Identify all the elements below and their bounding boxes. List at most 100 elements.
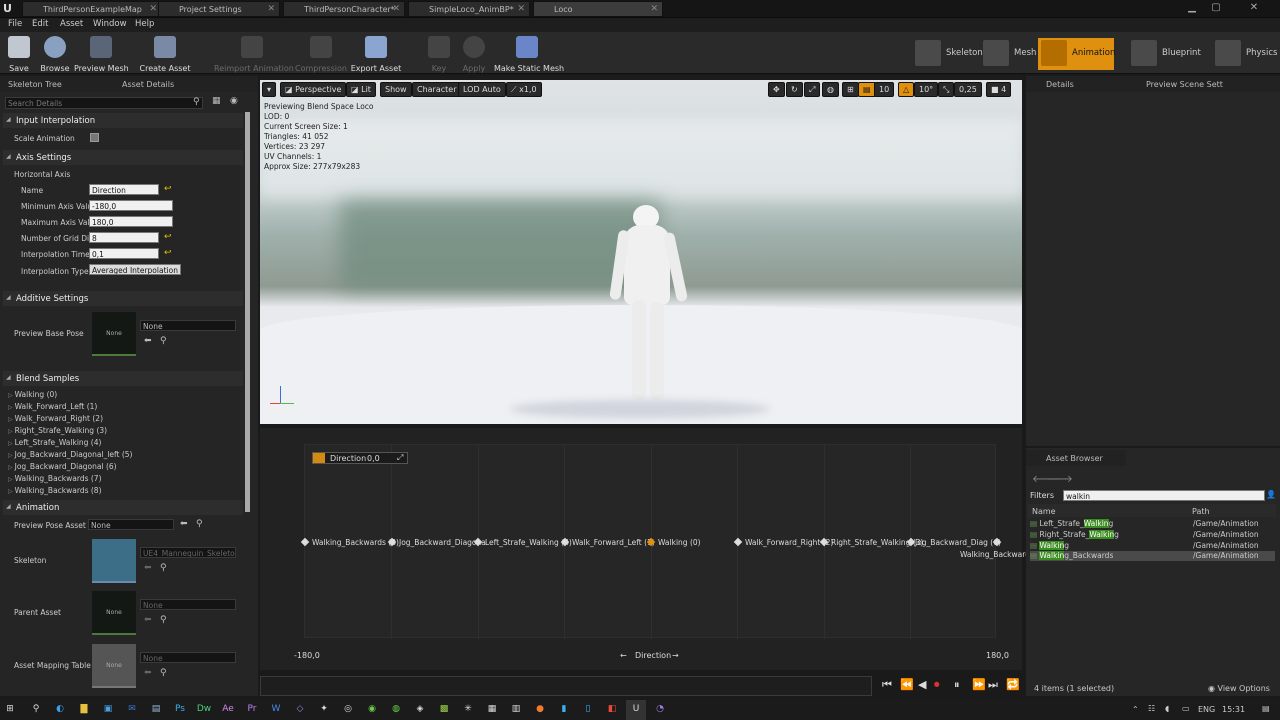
- blend-sample-item[interactable]: Jog_Backward_Diagonal (6): [8, 462, 117, 471]
- mode-blueprint[interactable]: Blueprint: [1128, 38, 1204, 70]
- maximize-icon[interactable]: ▢: [1204, 0, 1228, 18]
- browse-button[interactable]: Browse: [38, 35, 72, 73]
- language-indicator[interactable]: ENG: [1198, 705, 1215, 714]
- skeleton-dropdown[interactable]: UE4_Mannequin_Skeleton: [140, 547, 236, 558]
- use-selected-icon[interactable]: ⬅: [144, 615, 152, 625]
- compression-button[interactable]: Compression: [294, 35, 348, 73]
- column-name-header[interactable]: Name: [1032, 507, 1056, 516]
- blend-sample-item[interactable]: Left_Strafe_Walking (4): [8, 438, 102, 447]
- scale-tool-icon[interactable]: ⤢: [804, 82, 821, 97]
- show-button[interactable]: Show: [380, 82, 412, 97]
- blend-sample-item[interactable]: Walking_Backwards (8): [8, 486, 102, 495]
- to-start-icon[interactable]: ⏮: [882, 678, 892, 692]
- browse-icon[interactable]: ⚲: [160, 336, 167, 346]
- scale-animation-checkbox[interactable]: [90, 133, 99, 142]
- min-axis-input[interactable]: -180,0: [89, 200, 173, 211]
- tab-details[interactable]: Details: [1046, 80, 1074, 89]
- word-icon[interactable]: W: [266, 700, 286, 720]
- asset-row[interactable]: ▤ Left_Strafe_Walking/Game/Animation: [1030, 519, 1275, 529]
- axis-name-input[interactable]: Direction: [89, 184, 159, 195]
- use-selected-icon[interactable]: ⬅: [144, 336, 152, 346]
- volume-icon[interactable]: ◖: [1165, 704, 1169, 713]
- battery-icon[interactable]: ▭: [1182, 704, 1190, 713]
- perspective-button[interactable]: ◪ Perspective: [280, 82, 347, 97]
- playback-speed-button[interactable]: ⟋ x1,0: [506, 82, 542, 97]
- to-end-icon[interactable]: ⏭: [988, 678, 998, 692]
- app-icon[interactable]: Dw: [194, 700, 214, 720]
- column-path-header[interactable]: Path: [1192, 507, 1210, 516]
- app-icon[interactable]: ◍: [386, 700, 406, 720]
- mode-animation[interactable]: Animation: [1038, 38, 1115, 70]
- asset-search-input[interactable]: walkin: [1063, 490, 1265, 501]
- edge-icon[interactable]: ◐: [50, 700, 70, 720]
- rotation-snap-icon[interactable]: △: [898, 82, 915, 97]
- reset-icon[interactable]: ↩: [164, 184, 172, 194]
- forward-arrow-icon[interactable]: 🡒: [1046, 473, 1073, 485]
- app-icon[interactable]: ▥: [506, 700, 526, 720]
- tab-third-person-example-map[interactable]: ThirdPersonExampleMap ✕: [22, 1, 162, 17]
- eye-icon[interactable]: ◉: [230, 96, 238, 106]
- rotation-snap-value[interactable]: 10°: [914, 82, 939, 97]
- network-icon[interactable]: ☷: [1148, 704, 1155, 713]
- max-axis-input[interactable]: 180,0: [89, 216, 173, 227]
- photoshop-icon[interactable]: Ps: [170, 700, 190, 720]
- notifications-icon[interactable]: ▤: [1262, 704, 1270, 713]
- browse-icon[interactable]: ⚲: [160, 563, 167, 573]
- app-icon[interactable]: ◈: [410, 700, 430, 720]
- app-icon[interactable]: ▦: [482, 700, 502, 720]
- menu-window[interactable]: Window: [93, 19, 127, 29]
- tab-simple-loco-animbp[interactable]: SimpleLoco_AnimBP* ✕: [408, 1, 530, 17]
- browse-icon[interactable]: ⚲: [196, 519, 203, 529]
- preview-base-pose-dropdown[interactable]: None: [140, 320, 236, 331]
- close-icon[interactable]: ✕: [392, 4, 400, 14]
- visual-studio-icon[interactable]: ◇: [290, 700, 310, 720]
- blend-sample-item[interactable]: Jog_Backward_Diagonal_left (5): [8, 450, 133, 459]
- section-axis-settings[interactable]: Axis Settings: [3, 150, 243, 165]
- step-back-icon[interactable]: ⏪: [900, 678, 914, 691]
- reset-icon[interactable]: ↩: [164, 232, 172, 242]
- blend-sample-item[interactable]: Walking_Backwards (7): [8, 474, 102, 483]
- search-details-input[interactable]: Search Details: [5, 97, 203, 109]
- close-icon[interactable]: ✕: [517, 4, 525, 14]
- grid-snap-icon[interactable]: ▤: [858, 82, 876, 97]
- record-icon[interactable]: ⏺: [934, 678, 940, 692]
- skeleton-thumbnail[interactable]: [92, 539, 136, 583]
- mode-skeleton[interactable]: Skeleton: [912, 38, 983, 70]
- blend-sample-item[interactable]: Walking (0): [8, 390, 58, 399]
- section-animation[interactable]: Animation: [3, 500, 243, 515]
- grid-snap-value[interactable]: 10: [874, 82, 895, 97]
- preview-pose-asset-dropdown[interactable]: None: [88, 519, 174, 530]
- asset-row-selected[interactable]: ▤ Walking_Backwards/Game/Animation: [1030, 551, 1275, 561]
- section-additive-settings[interactable]: Additive Settings: [3, 291, 243, 306]
- calculator-icon[interactable]: ▤: [146, 700, 166, 720]
- export-asset-button[interactable]: Export Asset: [350, 35, 402, 73]
- app-icon[interactable]: ◔: [650, 700, 670, 720]
- tab-asset-details[interactable]: Asset Details: [122, 80, 174, 89]
- reset-icon[interactable]: ↩: [164, 248, 172, 258]
- mode-mesh[interactable]: Mesh: [980, 38, 1036, 70]
- browse-icon[interactable]: ⚲: [160, 615, 167, 625]
- browse-icon[interactable]: ⚲: [160, 668, 167, 678]
- firefox-icon[interactable]: ●: [530, 700, 550, 720]
- interpolation-type-dropdown[interactable]: Averaged Interpolation: [89, 264, 181, 275]
- menu-file[interactable]: File: [8, 19, 22, 29]
- viewport-options-button[interactable]: ▾: [262, 82, 276, 97]
- preview-base-pose-thumbnail[interactable]: None: [92, 312, 136, 356]
- reimport-animation-button[interactable]: Reimport Animation: [214, 35, 294, 73]
- tray-chevron-icon[interactable]: ⌃: [1132, 705, 1139, 714]
- file-explorer-icon[interactable]: ▇: [74, 700, 94, 720]
- app-icon[interactable]: ◎: [338, 700, 358, 720]
- surface-snap-icon[interactable]: ⊞: [842, 82, 859, 97]
- play-reverse-icon[interactable]: ◀: [918, 678, 926, 691]
- asset-row[interactable]: ▤ Walking/Game/Animation: [1030, 541, 1275, 551]
- world-local-icon[interactable]: ◍: [822, 82, 839, 97]
- asset-row[interactable]: ▤ Right_Strafe_Walking/Game/Animation: [1030, 530, 1275, 540]
- tab-skeleton-tree[interactable]: Skeleton Tree: [8, 80, 62, 89]
- filters-button[interactable]: Filters: [1030, 491, 1054, 500]
- make-static-mesh-button[interactable]: Make Static Mesh: [494, 35, 564, 73]
- blend-space-editor[interactable]: Direction 0,0 ⤢ Walking_Backwards (8) Jo…: [260, 428, 1047, 670]
- save-button[interactable]: Save: [4, 35, 34, 73]
- search-icon[interactable]: ⚲: [26, 700, 46, 720]
- scale-snap-icon[interactable]: ⤡: [938, 82, 955, 97]
- close-icon[interactable]: ✕: [149, 4, 157, 14]
